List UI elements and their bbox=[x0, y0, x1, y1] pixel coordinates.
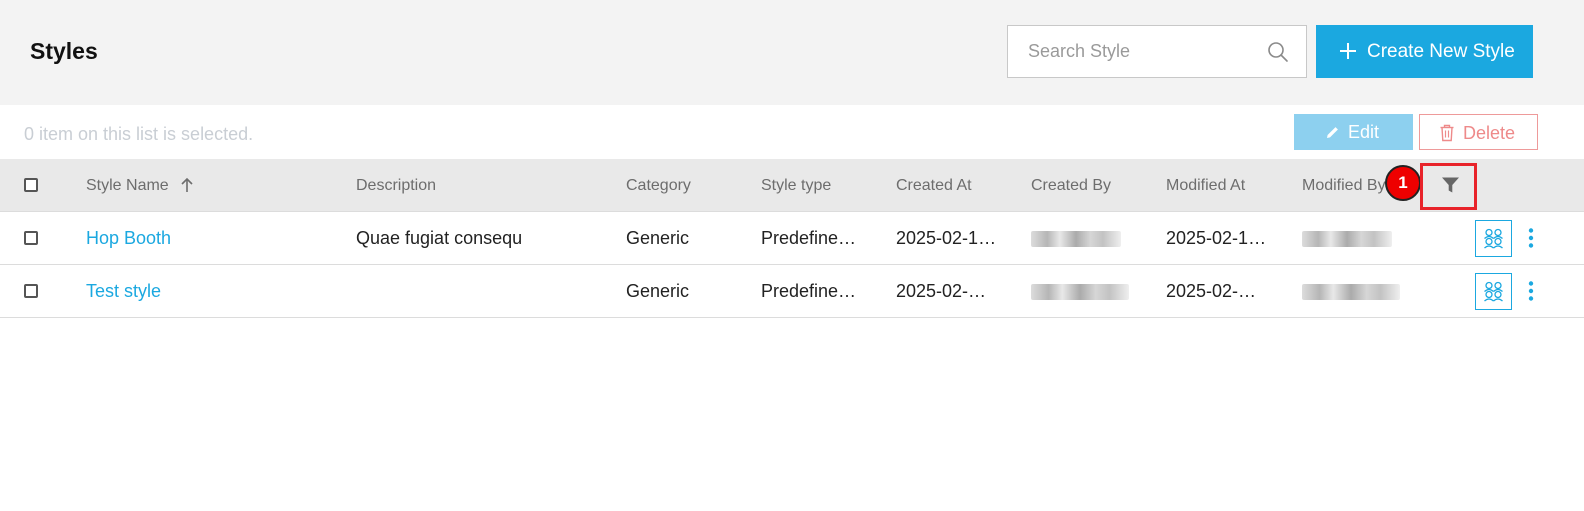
column-header-description[interactable]: Description bbox=[356, 177, 436, 195]
column-header-modified-by[interactable]: Modified By bbox=[1302, 177, 1386, 195]
trash-icon bbox=[1440, 124, 1454, 142]
delete-button-label: Delete bbox=[1463, 123, 1516, 143]
cell-created-by-redacted bbox=[1031, 231, 1121, 247]
row-checkbox[interactable] bbox=[24, 231, 38, 245]
users-icon bbox=[1484, 281, 1503, 302]
cell-modified-by-redacted bbox=[1302, 284, 1400, 300]
arrow-up-icon[interactable] bbox=[180, 177, 194, 193]
cell-style-type: Predefine… bbox=[761, 228, 857, 248]
row-checkbox[interactable] bbox=[24, 284, 38, 298]
column-header-style-type[interactable]: Style type bbox=[761, 177, 831, 195]
step-badge: 1 bbox=[1385, 165, 1421, 201]
search-box[interactable] bbox=[1007, 25, 1307, 78]
cell-modified-at: 2025-02-… bbox=[1166, 281, 1257, 301]
search-input[interactable] bbox=[1008, 26, 1258, 77]
edit-button-label: Edit bbox=[1348, 122, 1380, 142]
table-row[interactable]: Test style Generic Predefine… 2025-02-… … bbox=[0, 265, 1584, 318]
table-header: Style Name Description Category Style ty… bbox=[0, 159, 1584, 212]
search-icon[interactable] bbox=[1266, 40, 1290, 64]
cell-modified-by-redacted bbox=[1302, 231, 1392, 247]
cell-modified-at: 2025-02-1… bbox=[1166, 228, 1267, 248]
cell-description: Quae fugiat consequ bbox=[356, 228, 523, 248]
edit-button[interactable]: Edit bbox=[1294, 114, 1413, 150]
page-title: Styles bbox=[30, 38, 98, 64]
selection-bar: 0 item on this list is selected. Edit De… bbox=[0, 105, 1584, 159]
column-header-created-by[interactable]: Created By bbox=[1031, 177, 1111, 195]
selection-status: 0 item on this list is selected. bbox=[24, 124, 254, 144]
filter-icon[interactable] bbox=[1441, 176, 1460, 194]
pencil-icon bbox=[1327, 127, 1338, 138]
table-row[interactable]: Hop Booth Quae fugiat consequ Generic Pr… bbox=[0, 212, 1584, 265]
plus-icon bbox=[1340, 43, 1356, 59]
page-header: Styles Create New Style bbox=[0, 0, 1584, 105]
delete-button[interactable]: Delete bbox=[1419, 114, 1538, 150]
users-icon bbox=[1484, 228, 1503, 249]
kebab-icon[interactable] bbox=[1525, 280, 1537, 302]
cell-category: Generic bbox=[626, 228, 690, 248]
create-button-label: Create New Style bbox=[1367, 41, 1515, 62]
style-name-link[interactable]: Hop Booth bbox=[86, 228, 171, 249]
cell-created-at: 2025-02-1… bbox=[896, 228, 997, 248]
cell-created-at: 2025-02-… bbox=[896, 281, 987, 301]
style-name-link[interactable]: Test style bbox=[86, 281, 161, 302]
column-header-category[interactable]: Category bbox=[626, 177, 691, 195]
select-all-checkbox[interactable] bbox=[24, 178, 38, 192]
column-header-created-at[interactable]: Created At bbox=[896, 177, 972, 195]
row-users-button[interactable] bbox=[1475, 273, 1512, 310]
kebab-icon[interactable] bbox=[1525, 227, 1537, 249]
cell-category: Generic bbox=[626, 281, 690, 301]
cell-style-type: Predefine… bbox=[761, 281, 857, 301]
column-header-modified-at[interactable]: Modified At bbox=[1166, 177, 1245, 195]
row-users-button[interactable] bbox=[1475, 220, 1512, 257]
cell-created-by-redacted bbox=[1031, 284, 1129, 300]
create-new-style-button[interactable]: Create New Style bbox=[1316, 25, 1533, 78]
column-header-style-name[interactable]: Style Name bbox=[86, 177, 169, 195]
